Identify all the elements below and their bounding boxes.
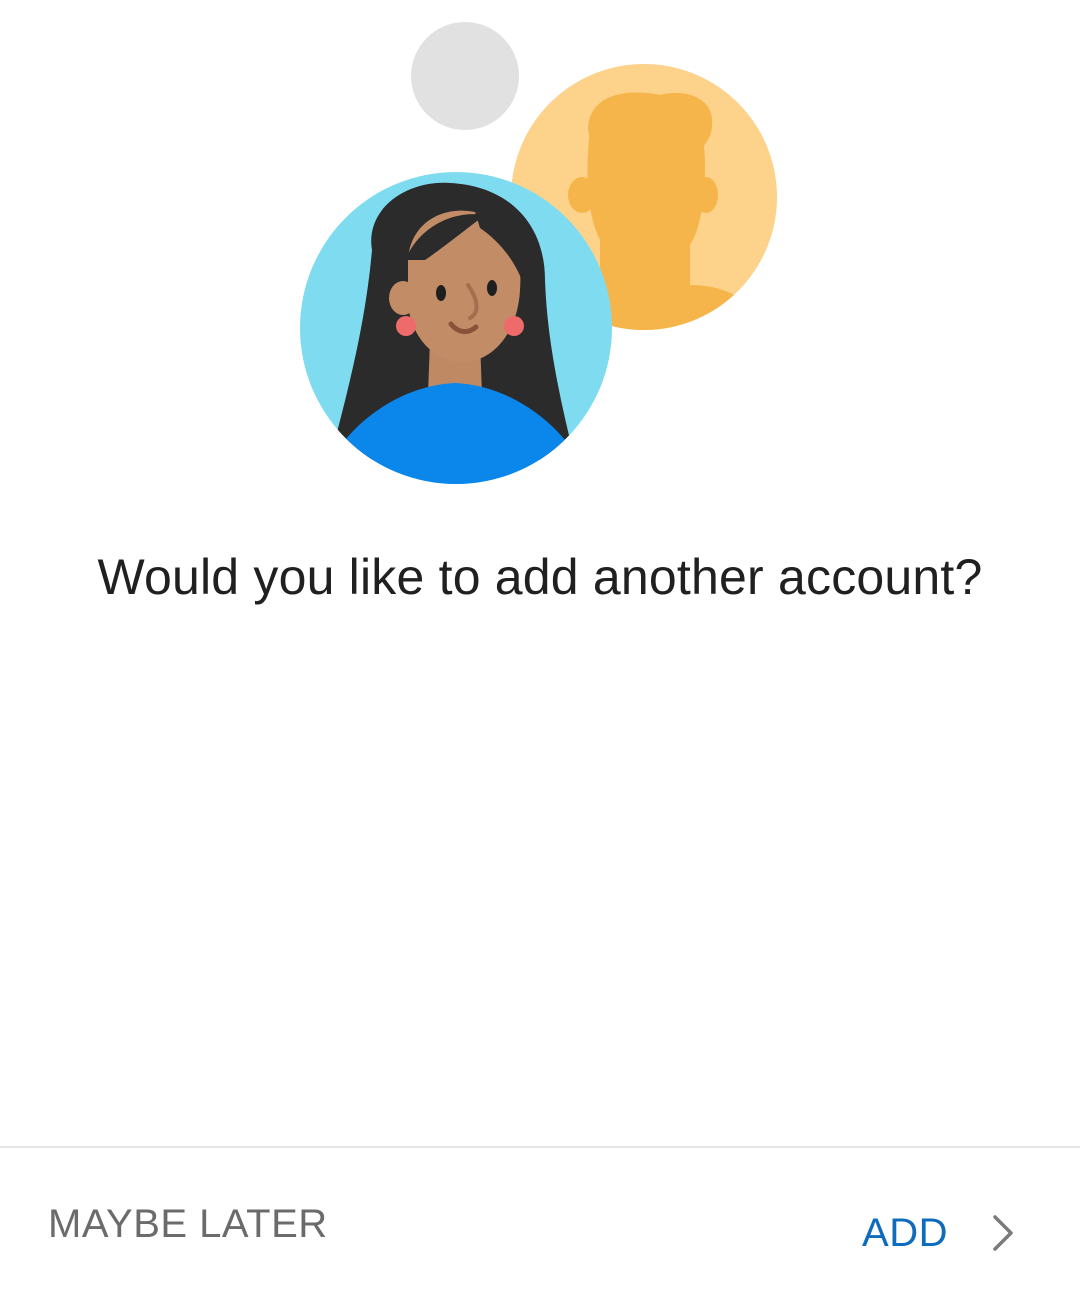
dialog-headline: Would you like to add another account?: [97, 549, 983, 605]
woman-avatar: [300, 172, 612, 484]
placeholder-avatar-circle: [411, 22, 519, 130]
maybe-later-button[interactable]: MAYBE LATER: [30, 1188, 346, 1261]
add-button-label: ADD: [862, 1210, 948, 1255]
chevron-right-icon: [993, 1215, 1013, 1251]
add-account-button[interactable]: ADD: [848, 1188, 1030, 1278]
dialog-footer: MAYBE LATER ADD: [0, 1148, 1080, 1292]
accounts-illustration: [300, 22, 777, 484]
